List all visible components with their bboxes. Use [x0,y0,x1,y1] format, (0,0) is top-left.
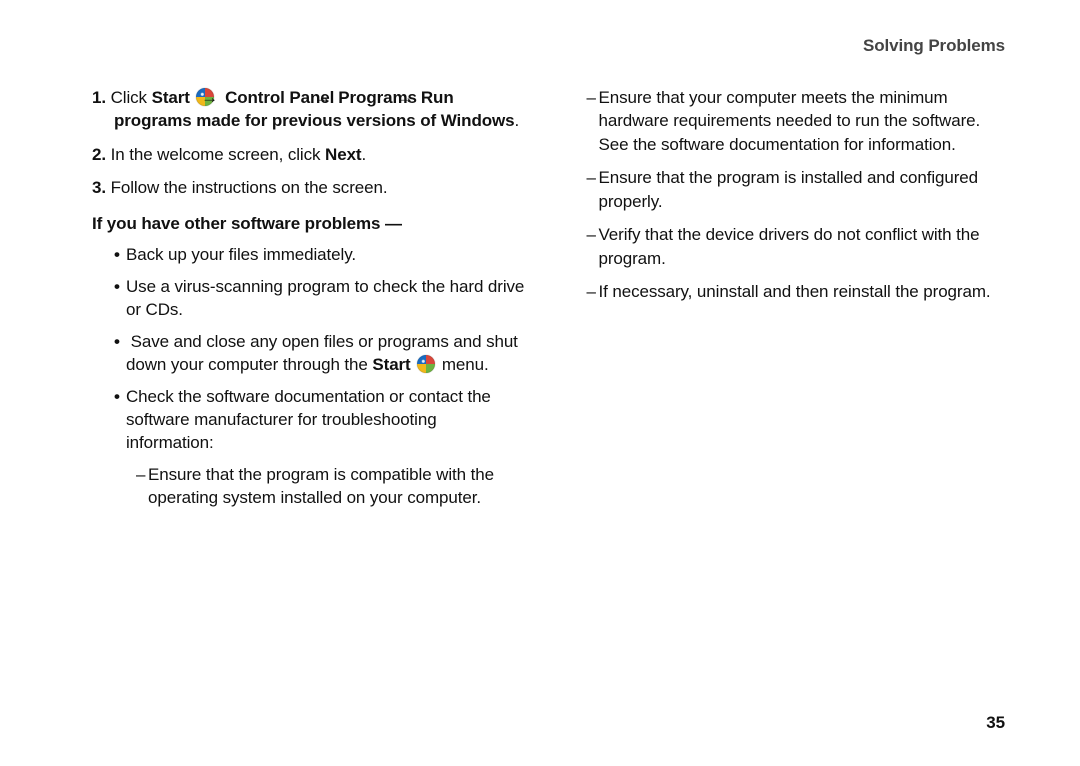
subheading-other-problems: If you have other software problems — [92,212,529,235]
sub-drivers: Verify that the device drivers do not co… [569,223,1006,270]
step-3-number: 3. [92,178,106,197]
step-2-period: . [361,145,366,164]
bullet-backup: Back up your files immediately. [92,243,529,266]
bullet-check-docs: Check the software documentation or cont… [92,385,529,455]
sub-drivers-text: Verify that the device drivers do not co… [599,225,980,267]
bullet-backup-text: Back up your files immediately. [126,245,356,264]
bullet-save-close: Save and close any open files or program… [92,330,529,377]
bullet-virus-scan: Use a virus-scanning program to check th… [92,275,529,322]
right-column: Ensure that your computer meets the mini… [569,86,1006,686]
sub-compatible: Ensure that the program is compatible wi… [92,463,529,510]
sub-reinstall: If necessary, uninstall and then reinsta… [569,280,1006,303]
step-2-pre: In the welcome screen, click [111,145,325,164]
sub-installed-text: Ensure that the program is installed and… [599,168,979,210]
left-column: 1. Click Start → Control Panel→ Programs… [92,86,529,686]
sub-min-hardware: Ensure that your computer meets the mini… [569,86,1006,156]
step-1-period: . [515,111,520,130]
content-columns: 1. Click Start → Control Panel→ Programs… [92,86,1005,686]
sub-compatible-text: Ensure that the program is compatible wi… [148,465,494,507]
step-1-number: 1. [92,88,106,107]
step-2-next: Next [325,145,361,164]
bullet-virus-scan-text: Use a virus-scanning program to check th… [126,277,524,319]
sub-reinstall-text: If necessary, uninstall and then reinsta… [599,282,991,301]
bullet-save-close-post: menu. [437,355,488,374]
step-1: 1. Click Start → Control Panel→ Programs… [92,86,529,133]
step-1-start: Start [152,88,190,107]
step-3-text: Follow the instructions on the screen. [111,178,388,197]
windows-start-icon [417,355,435,373]
step-1-click: Click [111,88,152,107]
bullet-check-docs-text: Check the software documentation or cont… [126,387,491,453]
step-2-number: 2. [92,145,106,164]
section-header: Solving Problems [863,34,1005,57]
bullet-save-close-start: Start [372,355,410,374]
sub-min-hardware-text: Ensure that your computer meets the mini… [599,88,981,154]
step-3: 3. Follow the instructions on the screen… [92,176,529,199]
step-2: 2. In the welcome screen, click Next. [92,143,529,166]
sub-installed: Ensure that the program is installed and… [569,166,1006,213]
page-number: 35 [986,711,1005,734]
